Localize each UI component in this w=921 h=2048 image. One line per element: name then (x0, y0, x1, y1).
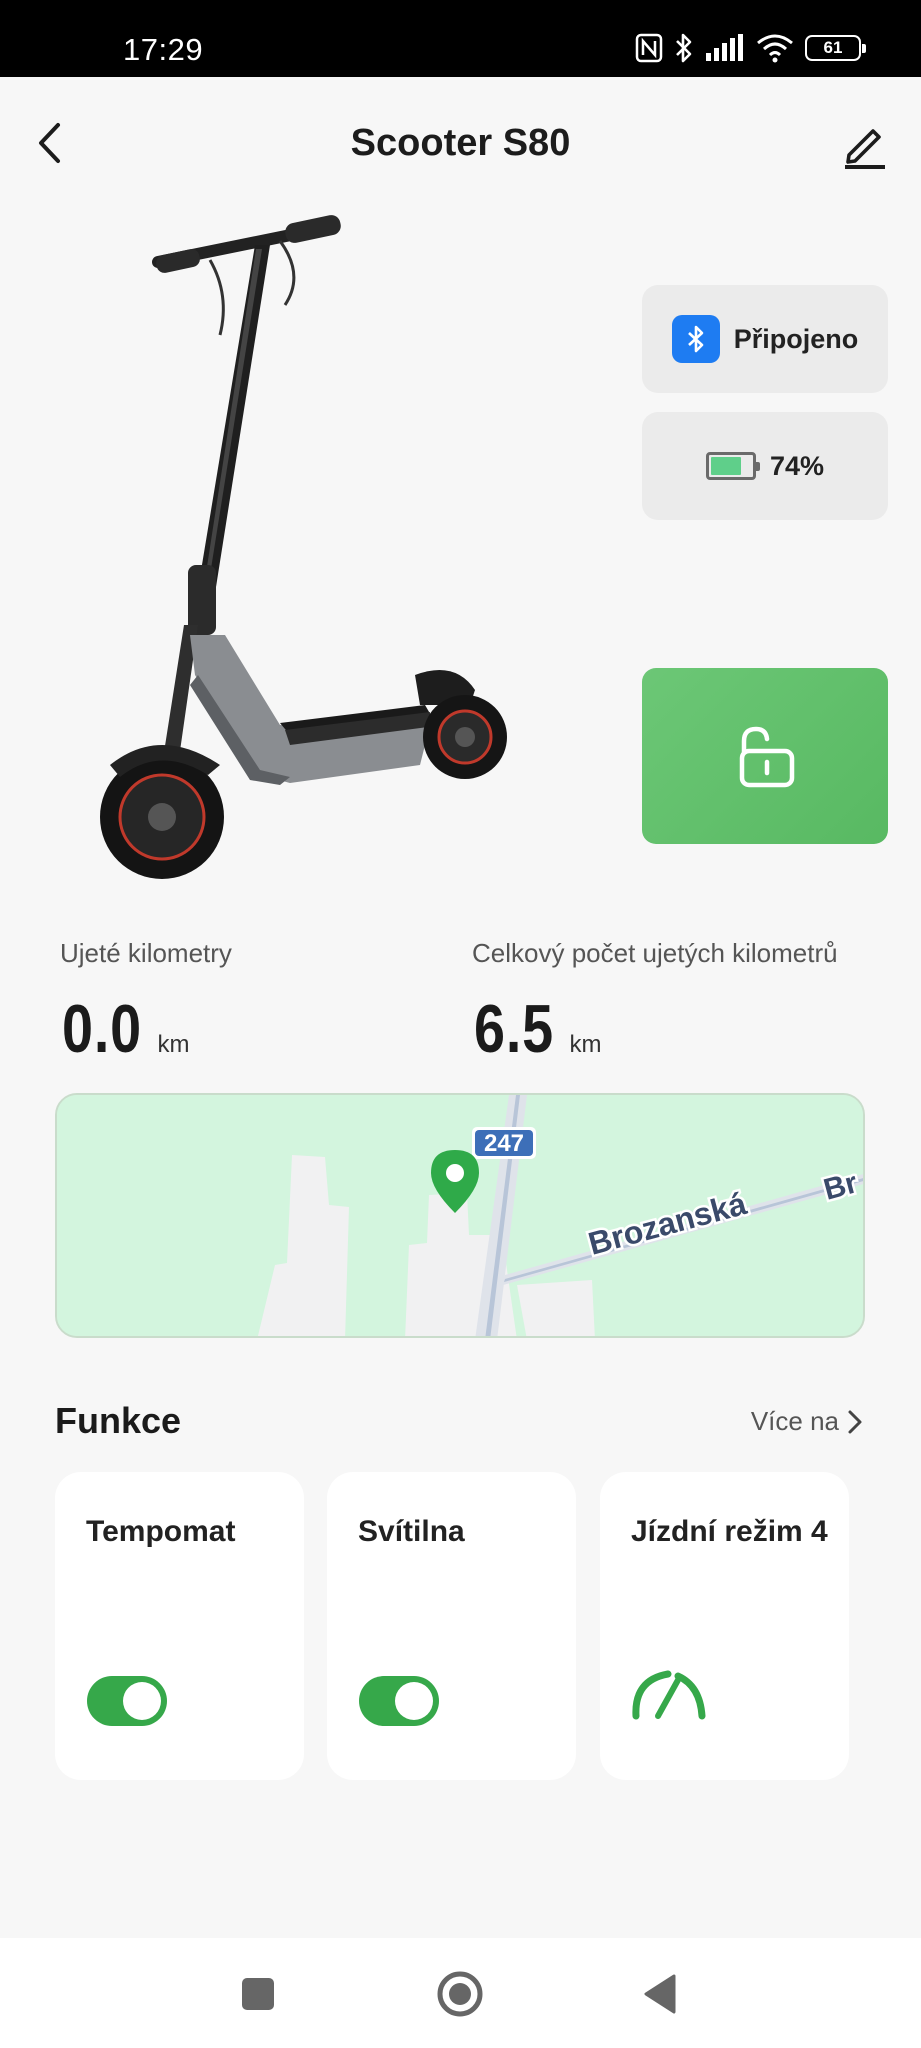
scooter-image (80, 205, 550, 895)
toggle-knob (123, 1682, 161, 1720)
total-distance-unit: km (569, 1031, 602, 1058)
total-distance: 6.5 km (474, 990, 602, 1068)
status-bar: 17:29 61 (0, 0, 921, 77)
function-label: Jízdní režim 4 (631, 1515, 828, 1548)
cruise-control-toggle[interactable] (87, 1676, 167, 1726)
function-card-light[interactable]: Svítilna (327, 1472, 576, 1780)
back-nav-button[interactable] (642, 1968, 678, 2025)
speedometer-icon (632, 1670, 706, 1720)
total-distance-label: Celkový počet ujetých kilometrů (472, 938, 838, 968)
nfc-icon (635, 33, 663, 63)
wifi-icon (755, 33, 795, 63)
chevron-right-icon (848, 1410, 862, 1433)
edit-button[interactable] (837, 117, 893, 173)
function-card-cruise-control[interactable]: Tempomat (55, 1472, 304, 1780)
back-triangle-icon (644, 1974, 676, 2014)
function-card-ride-mode[interactable]: Jízdní režim 4 (600, 1472, 849, 1780)
more-functions-label: Více na (750, 1406, 839, 1436)
bluetooth-icon (671, 315, 720, 363)
status-icons: 61 (635, 30, 866, 66)
connection-status-card: Připojeno (642, 285, 888, 393)
home-button[interactable] (435, 1968, 485, 2025)
system-nav-bar (0, 1938, 921, 2048)
trip-distance-value: 0.0 (62, 991, 142, 1067)
battery-fill (710, 457, 741, 475)
lock-unlock-button[interactable] (642, 668, 888, 844)
trip-distance: 0.0 km (62, 990, 190, 1068)
recent-apps-button[interactable] (240, 1968, 276, 2025)
app-header: Scooter S80 (0, 77, 921, 212)
trip-distance-unit: km (157, 1031, 190, 1058)
battery-card: 74% (642, 412, 888, 520)
map-building (517, 1280, 595, 1336)
road-number-label: 247 (484, 1130, 524, 1157)
light-toggle[interactable] (359, 1676, 439, 1726)
status-time: 17:29 (123, 32, 204, 67)
road-number-shield: 247 (472, 1127, 536, 1159)
total-distance-value: 6.5 (474, 991, 554, 1067)
signal-icon (705, 34, 745, 62)
more-functions-link[interactable]: Více na (751, 1406, 863, 1437)
connection-status-text: Připojeno (733, 323, 859, 354)
pencil-icon (845, 129, 885, 169)
function-label: Svítilna (358, 1515, 465, 1548)
home-circle-icon (437, 1971, 483, 2017)
battery-icon: 61 (805, 35, 866, 61)
page-title: Scooter S80 (350, 122, 571, 164)
toggle-knob (395, 1682, 433, 1720)
function-label: Tempomat (86, 1515, 236, 1548)
status-battery-level: 61 (823, 38, 843, 57)
battery-icon (705, 452, 760, 480)
unlocked-padlock-icon (739, 726, 795, 788)
location-map[interactable]: 247 Brozanská Br (55, 1093, 865, 1338)
trip-distance-label: Ujeté kilometry (60, 938, 232, 968)
battery-percent: 74% (769, 450, 825, 481)
square-icon (242, 1978, 274, 2010)
bluetooth-icon (673, 32, 695, 64)
functions-title: Funkce (55, 1400, 182, 1441)
